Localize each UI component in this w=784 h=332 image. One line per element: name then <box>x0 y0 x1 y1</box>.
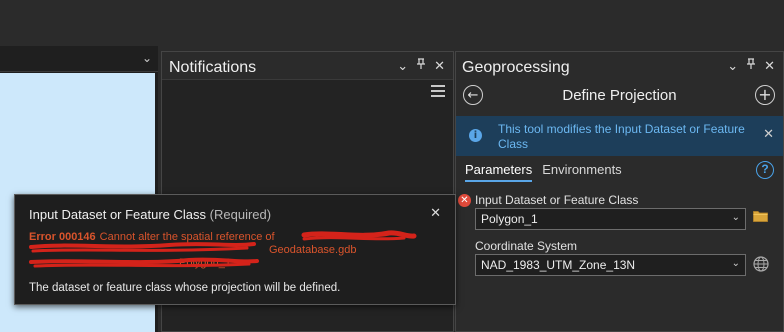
info-message: This tool modifies the Input Dataset or … <box>498 122 745 151</box>
notifications-title: Notifications <box>169 59 257 76</box>
notifications-window-controls: ⌄ ✕ <box>397 58 445 74</box>
input-dataset-label: Input Dataset or Feature Class <box>475 193 639 207</box>
error-code: Error 000146 <box>29 231 96 243</box>
geoprocessing-title: Geoprocessing <box>462 59 570 76</box>
close-icon[interactable]: ✕ <box>764 59 775 74</box>
error-icon[interactable]: ✕ <box>458 194 471 207</box>
parameter-tooltip: Input Dataset or Feature Class (Required… <box>14 194 456 305</box>
tab-parameters[interactable]: Parameters <box>465 160 533 182</box>
error-line-2: Geodatabase.gdb <box>269 244 357 256</box>
error-line-1: Error 000146 Cannot alter the spatial ref… <box>29 231 429 244</box>
input-dataset-value: Polygon_1 <box>481 212 538 226</box>
chevron-down-icon[interactable]: ⌄ <box>142 51 152 65</box>
chevron-down-icon[interactable]: ⌄ <box>397 59 408 74</box>
info-message-bar: i This tool modifies the Input Dataset o… <box>456 116 783 156</box>
input-dataset-select[interactable]: Polygon_1 ⌄ <box>475 208 746 230</box>
globe-icon[interactable] <box>753 256 769 272</box>
top-bar <box>0 0 784 46</box>
tool-nav-bar: ← Define Projection + <box>456 82 783 110</box>
close-icon[interactable]: ✕ <box>434 59 445 74</box>
error-text: Cannot alter the spatial reference of <box>99 231 275 243</box>
error-message: Error 000146 Cannot alter the spatial ref… <box>29 231 429 270</box>
close-icon[interactable]: ✕ <box>430 206 441 221</box>
tool-title: Define Projection <box>562 87 677 104</box>
folder-icon[interactable] <box>753 210 768 222</box>
chevron-down-icon[interactable]: ⌄ <box>732 258 740 269</box>
info-icon: i <box>469 129 482 142</box>
tooltip-description: The dataset or feature class whose proje… <box>29 282 341 294</box>
close-icon[interactable]: ✕ <box>763 127 774 142</box>
tool-tabs: Parameters Environments <box>465 160 622 184</box>
add-icon[interactable]: + <box>755 85 775 105</box>
pin-icon[interactable] <box>746 58 756 74</box>
chevron-down-icon[interactable]: ⌄ <box>732 212 740 223</box>
coordinate-system-select[interactable]: NAD_1983_UTM_Zone_13N ⌄ <box>475 254 746 276</box>
error-line-3: Polygon_1 <box>179 257 231 269</box>
chevron-down-icon[interactable]: ⌄ <box>727 59 738 74</box>
coordinate-system-label: Coordinate System <box>475 239 578 253</box>
coordinate-system-value: NAD_1983_UTM_Zone_13N <box>481 258 636 272</box>
geoprocessing-pane: Geoprocessing ⌄ ✕ ← Define Projection + … <box>455 51 784 332</box>
tooltip-title: Input Dataset or Feature Class (Required… <box>29 207 271 222</box>
map-pane-header: ⌄ <box>0 46 158 72</box>
help-icon[interactable]: ? <box>756 161 774 179</box>
tooltip-title-text: Input Dataset or Feature Class <box>29 207 207 222</box>
pin-icon[interactable] <box>416 58 426 74</box>
tab-environments[interactable]: Environments <box>542 160 621 184</box>
required-tag: (Required) <box>209 207 272 222</box>
menu-icon[interactable] <box>431 84 445 98</box>
geoprocessing-window-controls: ⌄ ✕ <box>727 58 775 74</box>
